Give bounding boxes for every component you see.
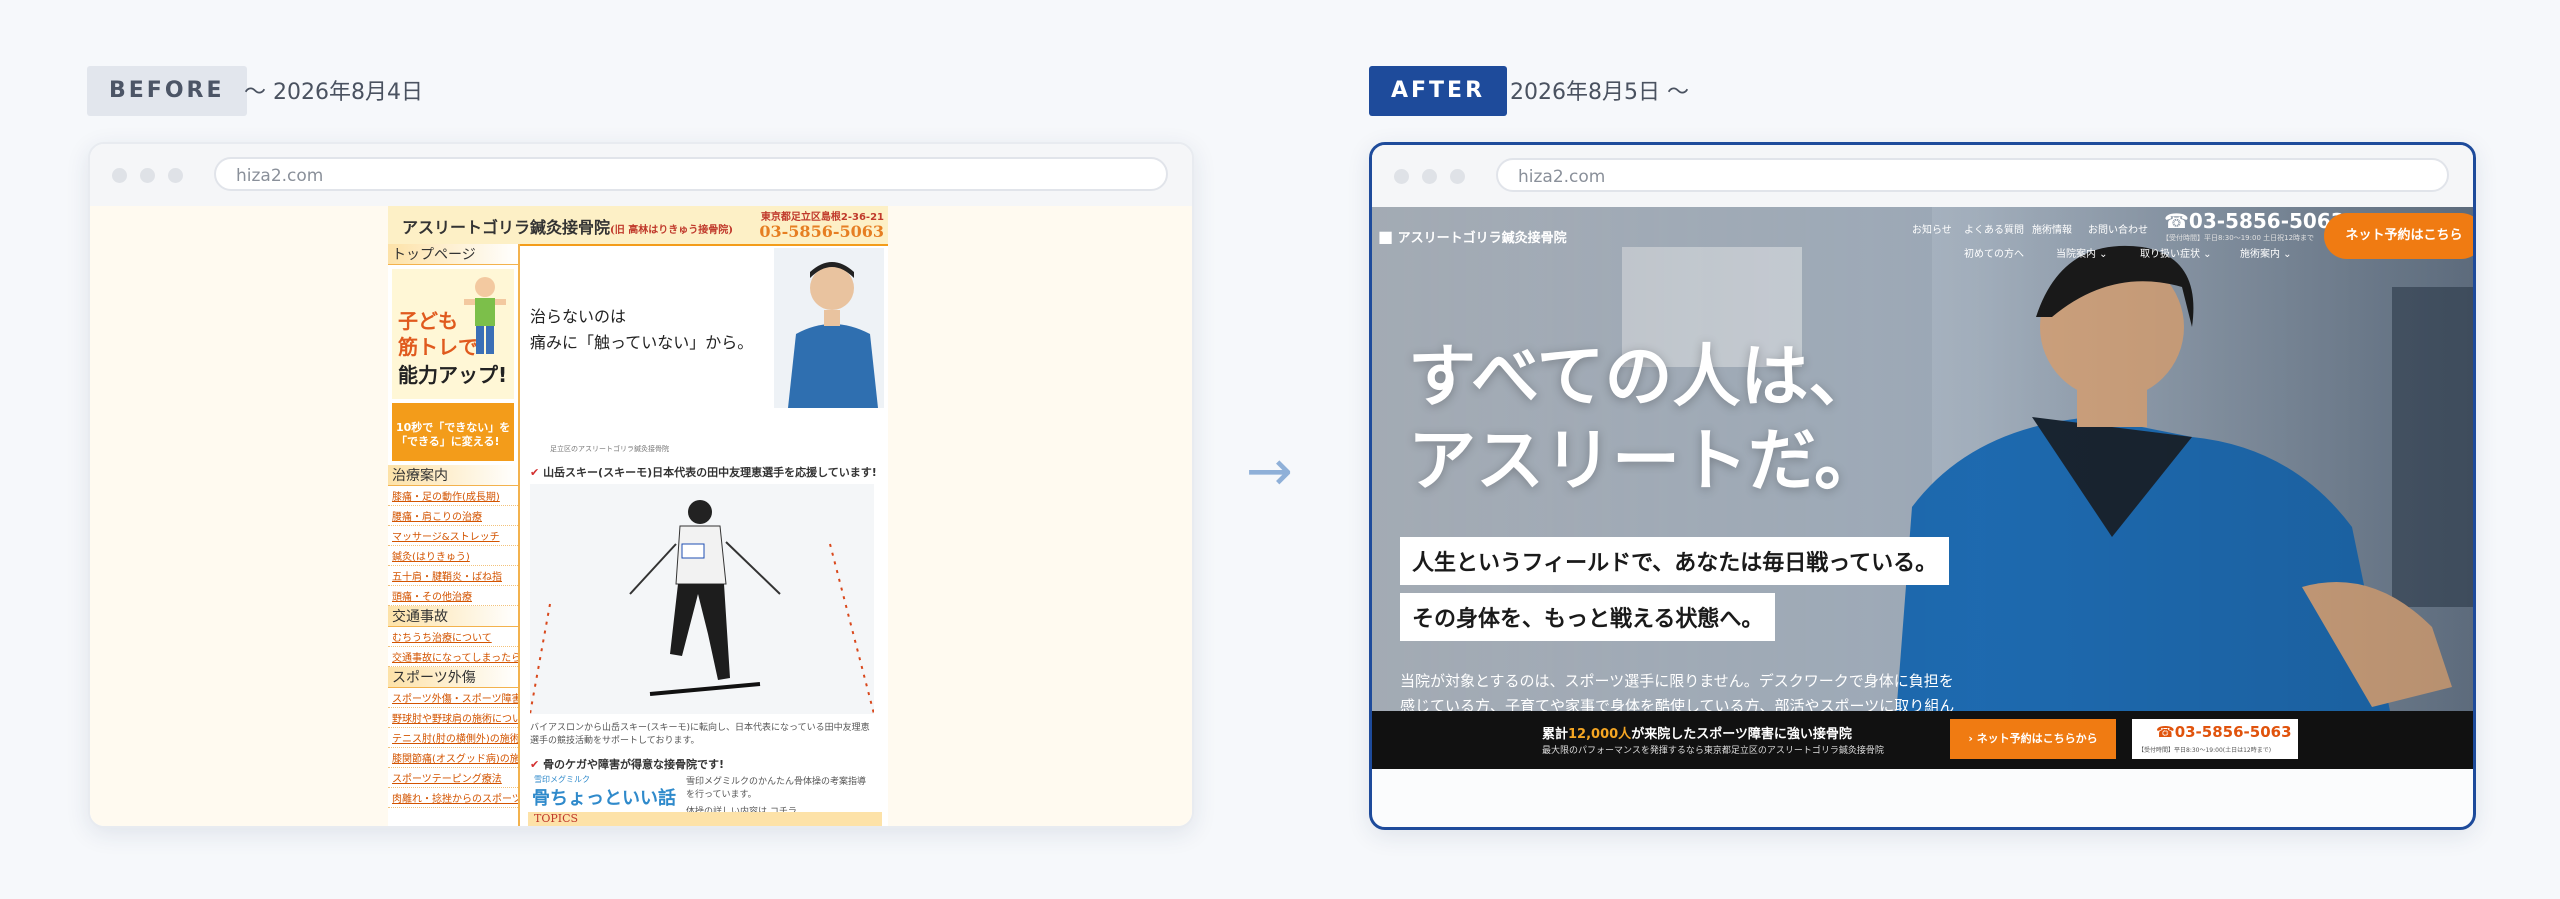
window-dot-icon: [1450, 169, 1465, 184]
doctor-photo: [774, 248, 884, 408]
header-tel[interactable]: ☎03-5856-5063: [2164, 209, 2345, 233]
skier-photo: [530, 484, 874, 714]
sidebar-link[interactable]: マッサージ&ストレッチ: [388, 526, 518, 546]
nav-treatments[interactable]: 施術案内 ⌄: [2240, 245, 2292, 260]
old-top-page-link[interactable]: トップページ: [388, 244, 518, 265]
old-sidebar: トップページ 子ども 筋トレで 能力アップ! 10秒で「できない」を「できる」に…: [388, 244, 520, 826]
gorilla-icon: ■: [1378, 227, 1394, 246]
news2-body: 雪印メグミルクのかんたん骨体操の考案指導を行っています。: [686, 777, 867, 800]
site-logo[interactable]: ■ アスリートゴリラ鍼灸接骨院: [1378, 227, 1567, 246]
bar-tel-button[interactable]: ☎03-5856-5063 【受付時間】平日8:30〜19:00(土日は12時ま…: [2132, 719, 2298, 759]
nav-treatment-info[interactable]: 施術情報: [2032, 221, 2072, 236]
photo-caption: 足立区のアスリートゴリラ鍼灸接骨院: [550, 445, 669, 453]
bar-reserve-button[interactable]: › ネット予約はこちらから: [1950, 719, 2116, 759]
old-main: 治らないのは 痛みに「触っていない」から。 足立区のアスリートゴリラ鍼灸接骨院 …: [520, 244, 888, 826]
sidebar-section-heading: 治療案内: [388, 465, 518, 486]
browser-chrome: hiza2.com: [1372, 145, 2473, 209]
catch-line: 治らないのは: [530, 307, 627, 326]
arrow-icon: →: [1246, 439, 1293, 504]
sidebar-link[interactable]: 野球肘や野球肩の施術について: [388, 708, 518, 728]
hero-headline: すべての人は、 アスリートだ。: [1408, 335, 1882, 503]
promo-banner[interactable]: 10秒で「できない」を「できる」に変える!: [392, 403, 514, 461]
header-hours: 【受付時間】平日8:30〜19:00 土日祝12時まで: [2162, 234, 2315, 242]
news-heading[interactable]: ✔ 山岳スキー(スキーモ)日本代表の田中友理恵選手を応援しています!: [530, 464, 877, 480]
browser-chrome: hiza2.com: [90, 144, 1192, 208]
bone-logo[interactable]: 骨ちょっといい話: [532, 784, 676, 810]
bar-line-1: 累計12,000人が来院したスポーツ障害に強い接骨院: [1542, 727, 1852, 742]
after-browser: hiza2.com ■ アスリートゴリラ鍼灸接骨院 お知らせ よくある質問 施術…: [1369, 142, 2476, 830]
sidebar-link[interactable]: テニス肘(肘の横側外)の施術: [388, 728, 518, 748]
hero-sub-1: 人生というフィールドで、あなたは毎日戦っている。: [1400, 537, 1950, 585]
phone-icon: ☎: [2164, 209, 2189, 233]
nav-contact[interactable]: お問い合わせ: [2088, 221, 2148, 236]
after-date: 2026年8月5日 〜: [1510, 80, 1689, 105]
sidebar-link[interactable]: 交通事故になってしまったら: [388, 647, 518, 667]
kids-line: 子ども: [398, 309, 458, 333]
news-body: バイアスロンから山岳スキー(スキーモ)に転向し、日本代表になっている田中友理恵選…: [530, 723, 870, 746]
old-site: アスリートゴリラ鍼灸接骨院(旧 高林はりきゅう接骨院) 東京都足立区島根2-36…: [388, 206, 888, 826]
headline-line: すべての人は、: [1408, 337, 1877, 417]
sidebar-link[interactable]: 膝関節痛(オスグッド病)の施術: [388, 748, 518, 768]
site-nav: ■ アスリートゴリラ鍼灸接骨院 お知らせ よくある質問 施術情報 お問い合わせ …: [1372, 207, 2473, 269]
before-browser: hiza2.com アスリートゴリラ鍼灸接骨院(旧 高林はりきゅう接骨院) 東京…: [88, 142, 1194, 828]
window-dot-icon: [140, 168, 155, 183]
bar-hours: 【受付時間】平日8:30〜19:00(土日は12時まで): [2138, 747, 2272, 754]
sidebar-section-heading: 交通事故: [388, 606, 518, 627]
old-site-title[interactable]: アスリートゴリラ鍼灸接骨院(旧 高林はりきゅう接骨院): [402, 214, 733, 238]
sidebar-link[interactable]: 五十肩・腱鞘炎・ばね指: [388, 566, 518, 586]
nav-news[interactable]: お知らせ: [1912, 221, 1952, 236]
address-bar[interactable]: hiza2.com: [1496, 158, 2449, 192]
phone-icon: ☎: [2156, 723, 2175, 741]
hero: ■ アスリートゴリラ鍼灸接骨院 お知らせ よくある質問 施術情報 お問い合わせ …: [1372, 207, 2473, 769]
header-reserve-button[interactable]: ネット予約はこちら: [2324, 213, 2473, 259]
catch-line: 痛みに「触っていない」から。: [530, 333, 754, 352]
sidebar-link[interactable]: 頭痛・その他治療: [388, 586, 518, 606]
old-tel[interactable]: 03-5856-5063: [759, 222, 884, 241]
bar-tel-number: ☎03-5856-5063: [2156, 723, 2292, 741]
bar-line-2: 最大限のパフォーマンスを発揮するなら東京都足立区のアスリートゴリラ鍼灸接骨院: [1542, 746, 1884, 756]
sidebar-link[interactable]: 腰痛・肩こりの治療: [388, 506, 518, 526]
old-address: 東京都足立区島根2-36-21: [760, 212, 884, 223]
sidebar-link[interactable]: むちうち治療について: [388, 627, 518, 647]
nav-symptoms[interactable]: 取り扱い症状 ⌄: [2140, 245, 2212, 260]
sidebar-link[interactable]: 肉離れ・捻挫からのスポーツ復帰: [388, 788, 518, 808]
address-bar[interactable]: hiza2.com: [214, 157, 1168, 191]
topics-heading: TOPICS: [528, 812, 882, 826]
hero-sub-2: その身体を、もっと戦える状態へ。: [1400, 593, 1776, 641]
window-dot-icon: [168, 168, 183, 183]
kid-figure-icon: [464, 277, 506, 354]
news2-heading[interactable]: ✔ 骨のケガや障害が得意な接骨院です!: [530, 756, 724, 772]
old-catch: 治らないのは 痛みに「触っていない」から。: [530, 304, 753, 356]
chevron-right-icon: ›: [1968, 732, 1977, 745]
window-dot-icon: [1422, 169, 1437, 184]
nav-first-visit[interactable]: 初めての方へ: [1964, 245, 2024, 260]
promo-text: 10秒で「できない」を「できる」に変える!: [396, 421, 511, 448]
before-tag: BEFORE: [87, 66, 247, 116]
before-date: 〜 2026年8月4日: [244, 80, 423, 105]
old-header: アスリートゴリラ鍼灸接骨院(旧 高林はりきゅう接骨院) 東京都足立区島根2-36…: [388, 206, 888, 246]
kids-line: 能力アップ!: [398, 363, 508, 387]
sidebar-link[interactable]: スポーツテーピング療法: [388, 768, 518, 788]
kids-banner[interactable]: 子ども 筋トレで 能力アップ!: [392, 269, 514, 399]
nav-clinic[interactable]: 当院案内 ⌄: [2056, 245, 2108, 260]
headline-line: アスリートだ。: [1408, 421, 1882, 501]
nav-faq[interactable]: よくある質問: [1964, 221, 2024, 236]
sidebar-link[interactable]: 膝痛・足の動作(成長期): [388, 486, 518, 506]
old-site-title-sub: (旧 高林はりきゅう接骨院): [610, 225, 733, 236]
sidebar-link[interactable]: 鍼灸(はりきゅう): [388, 546, 518, 566]
old-site-viewport: アスリートゴリラ鍼灸接骨院(旧 高林はりきゅう接骨院) 東京都足立区島根2-36…: [90, 206, 1192, 826]
window-dot-icon: [1394, 169, 1409, 184]
sidebar-link[interactable]: スポーツ外傷・スポーツ障害: [388, 688, 518, 708]
bottom-bar: 累計12,000人が来院したスポーツ障害に強い接骨院 最大限のパフォーマンスを発…: [1372, 711, 2473, 769]
sidebar-section-heading: スポーツ外傷: [388, 667, 518, 688]
window-dot-icon: [112, 168, 127, 183]
after-tag: AFTER: [1369, 66, 1508, 116]
